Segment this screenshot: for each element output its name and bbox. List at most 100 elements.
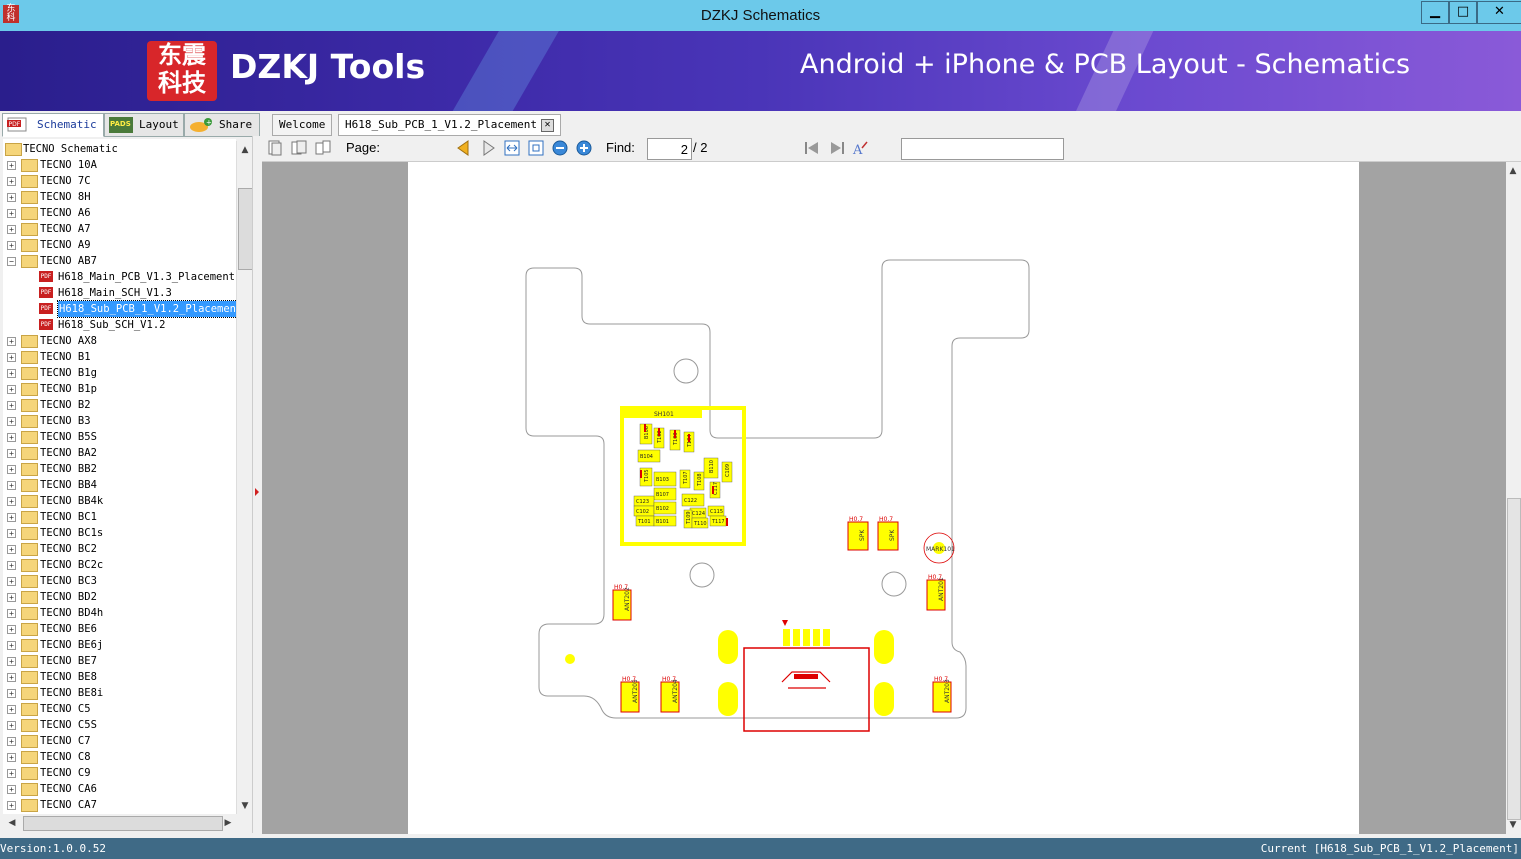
expand-icon[interactable]: + xyxy=(7,561,16,570)
zoom-in-icon[interactable] xyxy=(576,140,592,156)
expand-icon[interactable]: + xyxy=(7,369,16,378)
tab-document[interactable]: H618_Sub_PCB_1_V1.2_Placement ✕ xyxy=(338,114,562,136)
expand-icon[interactable]: + xyxy=(7,769,16,778)
scroll-thumb[interactable] xyxy=(238,188,253,270)
expand-icon[interactable]: + xyxy=(7,737,16,746)
scroll-left-icon[interactable]: ◀ xyxy=(5,816,19,830)
copy-icon[interactable] xyxy=(267,140,283,156)
pdf-icon: PDF xyxy=(7,117,27,132)
expand-icon[interactable]: + xyxy=(7,625,16,634)
page-input[interactable] xyxy=(647,138,692,160)
expand-icon[interactable]: + xyxy=(7,673,16,682)
folder-icon xyxy=(5,143,22,156)
pcb-component: B104 xyxy=(637,449,661,463)
collapse-arrow-icon[interactable] xyxy=(255,488,259,496)
expand-icon[interactable]: + xyxy=(7,545,16,554)
expand-icon[interactable]: + xyxy=(7,177,16,186)
expand-icon[interactable]: + xyxy=(7,577,16,586)
svg-text:T101: T101 xyxy=(637,519,651,525)
expand-icon[interactable]: + xyxy=(7,657,16,666)
expand-icon[interactable]: + xyxy=(7,801,16,810)
tab-share[interactable]: + Share xyxy=(184,113,260,137)
scroll-up-icon[interactable]: ▲ xyxy=(1506,164,1520,178)
version-label: Version:1.0.0.52 xyxy=(0,842,106,855)
previous-page-icon[interactable] xyxy=(455,140,471,156)
highlight-text-icon[interactable]: A xyxy=(852,140,868,156)
find-next-icon[interactable] xyxy=(829,140,845,156)
scroll-down-icon[interactable]: ▼ xyxy=(1506,818,1520,832)
expand-icon[interactable]: + xyxy=(7,241,16,250)
svg-text:SPK: SPK xyxy=(859,529,866,541)
expand-icon[interactable]: + xyxy=(7,785,16,794)
close-tab-icon[interactable]: ✕ xyxy=(541,118,555,132)
viewer-vertical-scrollbar[interactable]: ▲ ▼ xyxy=(1506,162,1521,834)
current-document-label: Current [H618_Sub_PCB_1_V1.2_Placement] xyxy=(1260,842,1519,855)
scroll-thumb[interactable] xyxy=(1507,498,1521,820)
expand-icon[interactable]: + xyxy=(7,193,16,202)
expand-icon[interactable]: + xyxy=(7,353,16,362)
find-input[interactable] xyxy=(901,138,1064,160)
expand-icon[interactable]: + xyxy=(7,465,16,474)
maximize-button[interactable]: □ xyxy=(1449,1,1477,24)
pcb-component: T108 xyxy=(693,471,705,491)
next-page-icon[interactable] xyxy=(481,140,497,156)
expand-icon[interactable]: + xyxy=(7,513,16,522)
expand-icon[interactable]: + xyxy=(7,161,16,170)
expand-icon[interactable]: + xyxy=(7,497,16,506)
minimize-button[interactable]: ▁ xyxy=(1421,1,1449,24)
fiducial xyxy=(565,654,575,664)
expand-icon[interactable]: + xyxy=(7,417,16,426)
svg-text:ANT201: ANT201 xyxy=(938,577,945,601)
file-tree[interactable]: TECNO Schematic + TECNO 10A + TECNO 7C + TECNO… xyxy=(3,139,236,814)
close-button[interactable]: ✕ xyxy=(1477,1,1521,24)
svg-text:T105: T105 xyxy=(644,469,650,483)
expand-icon[interactable]: + xyxy=(7,705,16,714)
tab-layout[interactable]: PADS Layout xyxy=(104,113,184,137)
expand-icon[interactable]: + xyxy=(7,593,16,602)
expand-icon[interactable]: + xyxy=(7,225,16,234)
tree-vertical-scrollbar[interactable]: ▲ ▼ xyxy=(236,141,253,814)
zoom-out-icon[interactable] xyxy=(552,140,568,156)
expand-icon[interactable]: + xyxy=(7,401,16,410)
expand-icon[interactable]: + xyxy=(7,721,16,730)
expand-icon[interactable]: + xyxy=(7,481,16,490)
pages-icon[interactable] xyxy=(291,140,307,156)
scroll-up-icon[interactable]: ▲ xyxy=(238,143,252,157)
scroll-down-icon[interactable]: ▼ xyxy=(238,799,252,813)
expand-icon[interactable]: + xyxy=(7,689,16,698)
svg-text:B110: B110 xyxy=(709,460,715,473)
folder-icon xyxy=(21,191,38,204)
expand-icon[interactable]: + xyxy=(7,337,16,346)
pcb-component: B102 xyxy=(653,501,677,515)
tab-welcome[interactable]: Welcome xyxy=(272,114,333,136)
two-pages-icon[interactable] xyxy=(315,140,331,156)
mounting-hole xyxy=(881,571,907,597)
tree-horizontal-scrollbar[interactable]: ◀ ▶ xyxy=(3,815,236,831)
find-previous-icon[interactable] xyxy=(804,140,820,156)
fit-width-icon[interactable] xyxy=(504,140,520,156)
folder-icon xyxy=(21,399,38,412)
svg-text:ANT203: ANT203 xyxy=(944,679,951,703)
svg-text:C122: C122 xyxy=(684,498,697,504)
expand-icon[interactable]: + xyxy=(7,209,16,218)
expand-icon[interactable]: + xyxy=(7,529,16,538)
svg-text:SPK: SPK xyxy=(889,529,896,541)
expand-icon[interactable]: + xyxy=(7,449,16,458)
expand-icon[interactable]: + xyxy=(7,433,16,442)
expand-icon[interactable]: + xyxy=(7,753,16,762)
folder-icon xyxy=(21,255,38,268)
scroll-thumb[interactable] xyxy=(23,816,223,831)
tab-schematic[interactable]: PDF Schematic xyxy=(2,113,104,137)
expand-icon[interactable]: + xyxy=(7,385,16,394)
folder-icon xyxy=(21,639,38,652)
svg-text:C115: C115 xyxy=(710,509,723,515)
pad-mark xyxy=(726,518,728,526)
fit-page-icon[interactable] xyxy=(528,140,544,156)
scroll-right-icon[interactable]: ▶ xyxy=(221,816,235,830)
folder-icon xyxy=(21,495,38,508)
expand-icon[interactable]: + xyxy=(7,609,16,618)
collapse-icon[interactable]: − xyxy=(7,257,16,266)
document-page[interactable]: SH101 B106T102T103T104B104T105B103T107T1… xyxy=(408,162,1359,834)
expand-icon[interactable]: + xyxy=(7,641,16,650)
folder-icon xyxy=(21,223,38,236)
